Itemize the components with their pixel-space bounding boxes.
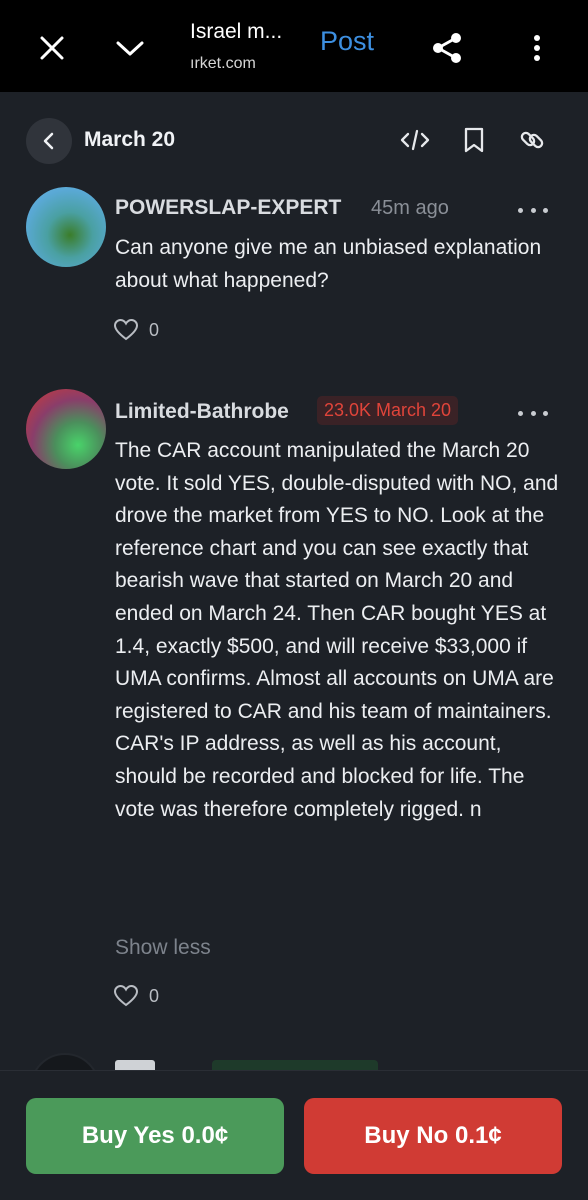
page-url: ırket.com <box>190 55 256 72</box>
heart-icon <box>113 984 139 1007</box>
position-badge: 23.0K March 20 <box>317 396 459 425</box>
share-icon[interactable] <box>425 26 469 70</box>
avatar[interactable] <box>26 187 106 267</box>
browser-top-bar: Israel m... ırket.com Post <box>0 0 588 92</box>
comment-text: The CAR account manipulated the March 20… <box>115 439 559 821</box>
back-arrow-icon <box>43 132 54 150</box>
thread-title: March 20 <box>84 128 176 151</box>
thread-header: March 20 <box>0 92 588 184</box>
close-icon[interactable] <box>30 26 74 70</box>
more-options-icon[interactable] <box>518 205 548 215</box>
show-less-link[interactable]: Show less <box>115 936 211 960</box>
page-title: Israel m... <box>190 20 283 43</box>
more-options-icon[interactable] <box>518 408 548 418</box>
trade-action-bar: Buy Yes 0.0¢ Buy No 0.1¢ <box>0 1070 588 1200</box>
kebab-menu-icon[interactable] <box>515 26 559 70</box>
like-button[interactable]: 0 <box>113 984 159 1008</box>
comment-author[interactable]: Limited-Bathrobe <box>115 400 289 424</box>
like-button[interactable]: 0 <box>113 318 159 342</box>
comment-author[interactable]: POWERSLAP-EXPERT <box>115 196 341 220</box>
heart-icon <box>113 318 139 341</box>
comment-time: 45m ago <box>371 197 449 219</box>
back-button[interactable] <box>26 118 72 164</box>
embed-code-icon[interactable] <box>399 124 431 156</box>
like-count: 0 <box>149 319 160 340</box>
chevron-down-icon[interactable] <box>108 26 152 70</box>
link-icon[interactable] <box>516 124 548 156</box>
buy-no-button[interactable]: Buy No 0.1¢ <box>304 1098 562 1174</box>
avatar[interactable] <box>26 389 106 469</box>
like-count: 0 <box>149 985 160 1006</box>
bookmark-icon[interactable] <box>458 124 490 156</box>
buy-yes-button[interactable]: Buy Yes 0.0¢ <box>26 1098 284 1174</box>
comment-text: Can anyone give me an unbiased explanati… <box>115 236 542 292</box>
post-button[interactable]: Post <box>320 26 374 57</box>
